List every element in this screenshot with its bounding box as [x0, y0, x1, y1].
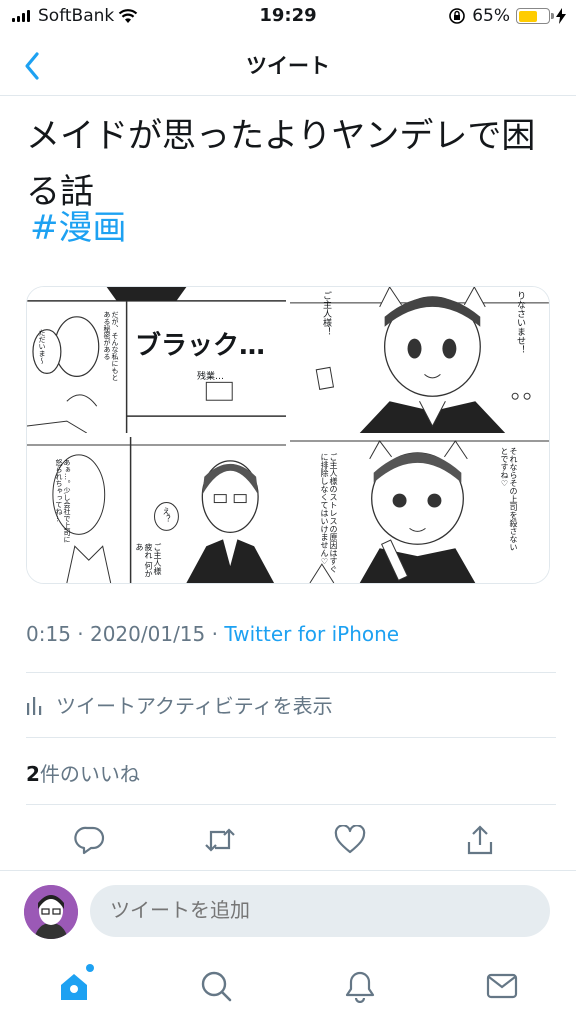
share-button[interactable]: [462, 822, 498, 858]
notification-dot: [86, 964, 94, 972]
tab-search[interactable]: [196, 966, 236, 1006]
like-icon: [334, 825, 366, 854]
activity-bars-icon: [27, 696, 42, 715]
tweet-timestamp: 0:15 · 2020/01/15 ·: [26, 622, 225, 646]
divider: [26, 804, 556, 805]
likes-label: 件のいいね: [39, 762, 140, 786]
activity-label: ツイートアクティビティを表示: [56, 694, 333, 718]
likes-link[interactable]: 2件のいいね: [26, 758, 140, 787]
tab-messages[interactable]: [482, 966, 522, 1006]
tab-bar: [0, 950, 576, 1024]
status-bar: SoftBank 19:29 65%: [0, 0, 576, 34]
manga-text: ご主人様のストレスの原因はすぐに排除しなくてはいけません♡: [320, 453, 338, 573]
manga-text: 残業…: [197, 372, 225, 382]
home-icon: [61, 974, 87, 1000]
media-image-4[interactable]: ご主人様のストレスの原因はすぐに排除しなくてはいけません♡ それならその上司を殺…: [290, 437, 549, 583]
manga-text: りなさいませ！: [515, 291, 525, 354]
status-right: 65%: [448, 6, 566, 26]
manga-text: あぁ…。少し会社で上司に怒られちゃってね…: [55, 459, 71, 543]
tweet-actions: [0, 812, 576, 868]
search-icon: [201, 971, 232, 1002]
notifications-icon: [345, 971, 375, 1003]
lock-rotation-icon: [449, 8, 466, 24]
hashtag-link[interactable]: #漫画: [30, 200, 127, 249]
messages-icon: [486, 973, 518, 999]
manga-text: ご主人様！: [321, 291, 331, 336]
nav-bar: ツイート: [0, 34, 576, 96]
battery-percent: 65%: [472, 6, 510, 26]
share-icon: [467, 825, 493, 855]
charging-icon: [556, 8, 566, 24]
battery-level: [518, 10, 538, 22]
reply-icon: [74, 826, 105, 855]
likes-count: 2: [26, 762, 40, 786]
media-image-3[interactable]: あぁ…。少し会社で上司に怒られちゃってね… え？ ご主人様 疲れ 何かあ: [27, 437, 286, 583]
manga-text: え？: [162, 507, 171, 523]
divider: [26, 737, 556, 738]
tweet-meta: 0:15 · 2020/01/15 · Twitter for iPhone: [26, 622, 399, 646]
reply-button[interactable]: [72, 822, 108, 858]
retweet-icon: [205, 828, 235, 852]
media-grid[interactable]: ブラック… だが、そんな私にもとある秘密がある ただいま〜 残業… ご主人様！ …: [26, 286, 550, 584]
page-title: ツイート: [246, 54, 330, 78]
manga-text: だが、そんな私にもとある秘密がある: [103, 311, 119, 381]
tab-notifications[interactable]: [340, 966, 380, 1006]
media-image-1[interactable]: ブラック… だが、そんな私にもとある秘密がある ただいま〜 残業…: [27, 287, 286, 433]
divider: [26, 672, 556, 673]
tab-home[interactable]: [54, 964, 94, 1006]
manga-text: ブラック…: [135, 331, 266, 361]
reply-input[interactable]: [90, 885, 550, 937]
retweet-button[interactable]: [202, 822, 238, 858]
tweet-activity-link[interactable]: ツイートアクティビティを表示: [26, 690, 333, 719]
media-image-2[interactable]: ご主人様！ りなさいませ！: [290, 287, 549, 433]
tweet-source-link[interactable]: Twitter for iPhone: [224, 622, 399, 646]
manga-text: ただいま〜: [38, 329, 46, 364]
like-button[interactable]: [332, 822, 368, 858]
manga-text: それならその上司を殺さないとですね♡: [500, 447, 518, 551]
avatar[interactable]: [24, 885, 78, 939]
manga-text: ご主人様 疲れ 何かあ: [135, 543, 162, 578]
battery-icon: [516, 8, 554, 24]
reply-bar: [0, 870, 576, 950]
